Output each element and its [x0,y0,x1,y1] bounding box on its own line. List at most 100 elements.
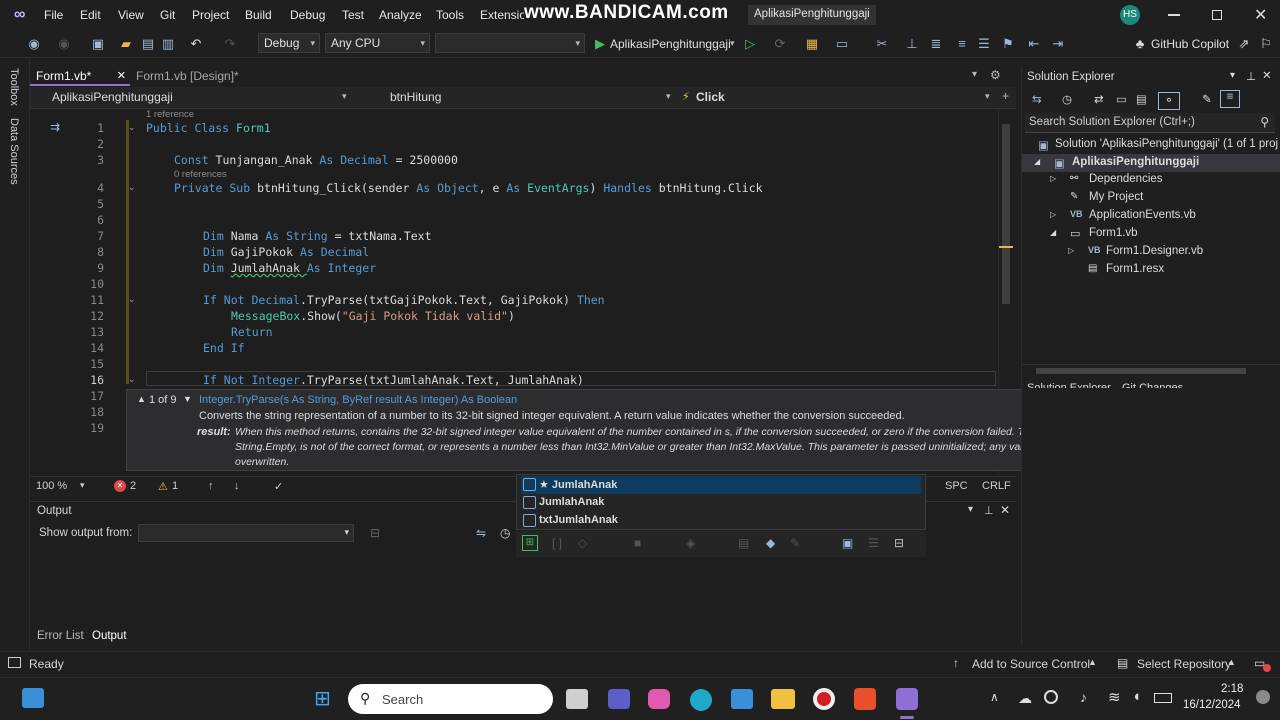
startup-dropdown-icon[interactable]: ▾ [730,38,735,49]
feedback-icon[interactable]: ⚐ [1258,36,1274,52]
fold-toggle-icon[interactable]: ⌄ [128,122,136,133]
format-2-icon[interactable]: ⇥ [1050,36,1066,52]
toolbox-tab[interactable]: Toolbox [8,68,20,106]
platform-dropdown[interactable]: Any CPU ▾ [325,33,430,53]
filter-field-icon[interactable]: ◆ [766,536,775,550]
zoom-dropdown-icon[interactable]: ▾ [80,480,85,491]
filter-snippet-icon[interactable]: ◇ [578,536,587,550]
filter-all-icon[interactable]: ⊞ [522,535,538,551]
tree-item-application-events[interactable]: ApplicationEvents.vb [1089,209,1196,221]
object-selector[interactable]: btnHitung [390,90,441,104]
tab-error-list[interactable]: Error List [37,630,84,642]
filter-property-icon[interactable]: ▤ [738,536,749,550]
tab-output[interactable]: Output [92,630,127,642]
comment-icon[interactable]: ≡ [954,36,970,52]
se-preview-icon[interactable]: ≡ [1220,90,1240,108]
code-line-12[interactable]: MessageBox.Show("Gaji Pokok Tidak valid"… [231,309,515,323]
word-wrap-icon[interactable]: ⇋ [476,526,486,540]
office-icon[interactable] [854,688,876,710]
layout-icon[interactable]: ▭ [834,36,850,52]
bandicam-icon[interactable] [813,688,835,710]
code-line-8[interactable]: Dim GajiPokok As Decimal [203,245,369,259]
filter-ext-icon[interactable]: ⊟ [894,536,904,550]
startup-project-label[interactable]: AplikasiPenghitunggaji [610,37,731,51]
error-icon[interactable]: ✕ [114,480,126,492]
menu-git[interactable]: Git [160,8,175,22]
start-icon[interactable]: ⊞ [314,689,334,709]
select-repository[interactable]: Select Repository [1137,657,1231,671]
project-selector-dropdown-icon[interactable]: ▾ [342,91,347,102]
fold-toggle-icon[interactable]: ⌄ [128,294,136,305]
tools-icon[interactable]: ✂ [874,36,890,52]
menu-test[interactable]: Test [342,8,364,22]
expand-arrow-icon[interactable]: ◢ [1034,157,1040,166]
collapse-arrow-icon[interactable]: ▷ [1050,174,1056,183]
align-icon[interactable]: ⊥ [904,36,920,52]
se-search-box[interactable]: Search Solution Explorer (Ctrl+;) ⚲ [1025,113,1275,133]
widgets-icon[interactable] [22,688,44,708]
save-icon[interactable]: ▤ [140,36,156,52]
whitespace-indicator[interactable]: SPC [945,480,968,492]
se-sync-icon[interactable]: ◷ [1062,92,1072,106]
tab-solution-explorer[interactable]: Solution Explorer [1027,382,1111,388]
scrollbar-thumb[interactable] [1036,368,1246,374]
wifi-icon[interactable]: ≋ [1108,688,1121,706]
fold-toggle-icon[interactable]: ⌄ [128,182,136,193]
filter-method-icon[interactable]: ◈ [686,536,695,550]
line-ending-indicator[interactable]: CRLF [982,480,1011,492]
zoom-level[interactable]: 100 % [36,480,67,492]
se-menu-icon[interactable]: ▾ [1230,70,1235,81]
se-collapse-icon[interactable]: ▭ [1116,92,1127,106]
bookmark-icon[interactable]: ⚑ [1000,36,1016,52]
project-node[interactable]: AplikasiPenghitunggaji [1072,156,1199,168]
menu-view[interactable]: View [118,8,144,22]
copilot-taskbar-icon[interactable] [648,689,670,709]
share-icon[interactable]: ⇗ [1236,36,1252,52]
microphone-icon[interactable]: ♪ [1080,689,1087,705]
filter-local-icon[interactable]: ▣ [842,536,853,550]
se-show-all-icon[interactable]: ▤ [1136,92,1147,106]
overload-down-icon[interactable]: ▼ [183,394,192,404]
se-switch-views-icon[interactable]: ⇆ [1032,92,1042,106]
event-selector-dropdown-icon[interactable]: ▾ [985,91,990,102]
filter-keyword-icon[interactable]: [ ] [552,536,562,550]
open-folder-icon[interactable]: ▰ [118,36,134,52]
taskbar-search[interactable]: ⚲ Search [348,684,553,714]
edge-icon[interactable] [690,689,712,711]
redo-icon[interactable]: ↷ [222,36,238,52]
completion-item[interactable]: ★ JumlahAnak [521,476,921,494]
code-line-11[interactable]: If Not Decimal.TryParse(txtGajiPokok.Tex… [203,293,605,307]
output-source-dropdown[interactable]: ▾ [138,524,354,542]
copilot-icon[interactable]: ♣ [1132,36,1148,52]
format-icon[interactable]: ⇤ [1026,36,1042,52]
menu-tools[interactable]: Tools [436,8,464,22]
tree-item-my-project[interactable]: My Project [1089,191,1143,203]
completion-item[interactable]: JumlahAnak [521,494,921,512]
event-selector[interactable]: Click [696,90,725,104]
battery-icon[interactable] [1154,693,1172,703]
start-without-debug-icon[interactable]: ▷ [742,36,758,52]
code-line-1[interactable]: Public Class Form1 [146,121,271,135]
tree-item-dependencies[interactable]: Dependencies [1089,173,1163,185]
se-refresh-icon[interactable]: ⇄ [1094,92,1104,106]
error-count[interactable]: 2 [130,480,136,492]
vs-logo-icon[interactable]: ∞ [14,6,32,24]
codelens-references[interactable]: 0 references [174,169,227,180]
clear-output-icon[interactable]: ⊟ [370,526,380,540]
codelens-references[interactable]: 1 reference [146,109,194,120]
restore-icon[interactable] [1212,10,1222,20]
intellisense-completion-list[interactable]: ★ JumlahAnak JumlahAnak txtJumlahAnak [516,474,926,530]
fold-toggle-icon[interactable]: ⌄ [128,374,136,385]
code-line-13[interactable]: Return [231,325,273,339]
filter-namespace-icon[interactable]: ☰ [868,536,879,550]
teams-icon[interactable] [608,689,630,709]
data-sources-tab[interactable]: Data Sources [8,118,20,185]
project-selector[interactable]: AplikasiPenghitunggaji [52,90,173,104]
add-to-source-control[interactable]: Add to Source Control [972,657,1090,671]
code-line-7[interactable]: Dim Nama As String = txtNama.Text [203,229,432,243]
file-explorer-icon[interactable] [771,689,795,709]
next-issue-icon[interactable]: ↓ [234,480,240,492]
scrollbar-thumb[interactable] [1002,124,1010,304]
collapse-arrow-icon[interactable]: ▷ [1068,246,1074,255]
warning-count[interactable]: 1 [172,480,178,492]
